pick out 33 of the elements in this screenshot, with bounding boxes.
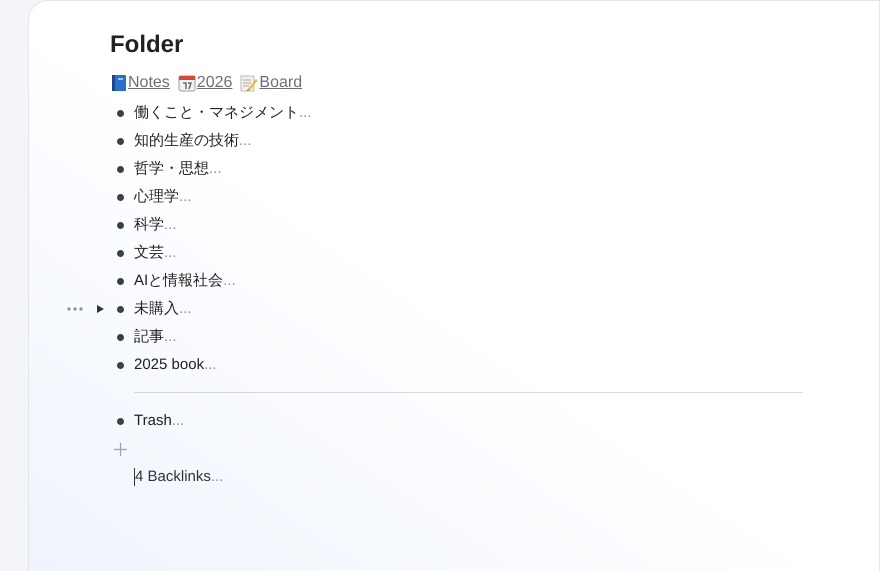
page-title: Folder bbox=[110, 30, 184, 60]
bullet-icon[interactable] bbox=[117, 306, 124, 312]
list-item[interactable]: 文芸... bbox=[134, 242, 177, 264]
text-cursor bbox=[134, 468, 135, 486]
bullet-icon[interactable] bbox=[117, 362, 124, 368]
list-item[interactable]: Trash... bbox=[134, 410, 184, 432]
list-item[interactable]: 科学... bbox=[134, 214, 177, 236]
list-item[interactable]: 心理学... bbox=[134, 186, 192, 208]
list-item[interactable]: 働くこと・マネジメント... bbox=[134, 102, 312, 124]
list-item[interactable]: 2025 book... bbox=[134, 354, 217, 376]
bullet-icon[interactable] bbox=[117, 194, 124, 200]
bullet-icon[interactable] bbox=[117, 110, 124, 116]
bullet-icon[interactable] bbox=[117, 334, 124, 340]
list-item[interactable]: 記事... bbox=[134, 326, 177, 348]
calendar-icon bbox=[178, 74, 196, 92]
bullet-icon[interactable] bbox=[117, 278, 124, 284]
bullet-icon[interactable] bbox=[117, 166, 124, 172]
bullet-icon[interactable] bbox=[117, 138, 124, 144]
bullet-icon[interactable] bbox=[117, 418, 124, 424]
page-link[interactable]: Notes bbox=[128, 71, 170, 95]
bullet-icon[interactable] bbox=[117, 250, 124, 256]
page-link[interactable]: 2026 bbox=[196, 71, 232, 95]
list-item[interactable]: AIと情報社会... bbox=[134, 270, 236, 292]
more-icon[interactable] bbox=[67, 307, 83, 311]
list-item[interactable]: 知的生産の技術... bbox=[134, 130, 252, 152]
bullet-icon[interactable] bbox=[117, 222, 124, 228]
memo-icon bbox=[240, 74, 258, 92]
list-item[interactable]: 哲学・思想... bbox=[134, 158, 222, 180]
list-item[interactable]: 未購入... bbox=[134, 298, 192, 320]
book-icon bbox=[110, 74, 127, 92]
page-link[interactable]: Board bbox=[259, 71, 302, 95]
expand-icon[interactable] bbox=[97, 305, 104, 313]
backlinks-link[interactable]: 4 Backlinks... bbox=[135, 466, 224, 488]
